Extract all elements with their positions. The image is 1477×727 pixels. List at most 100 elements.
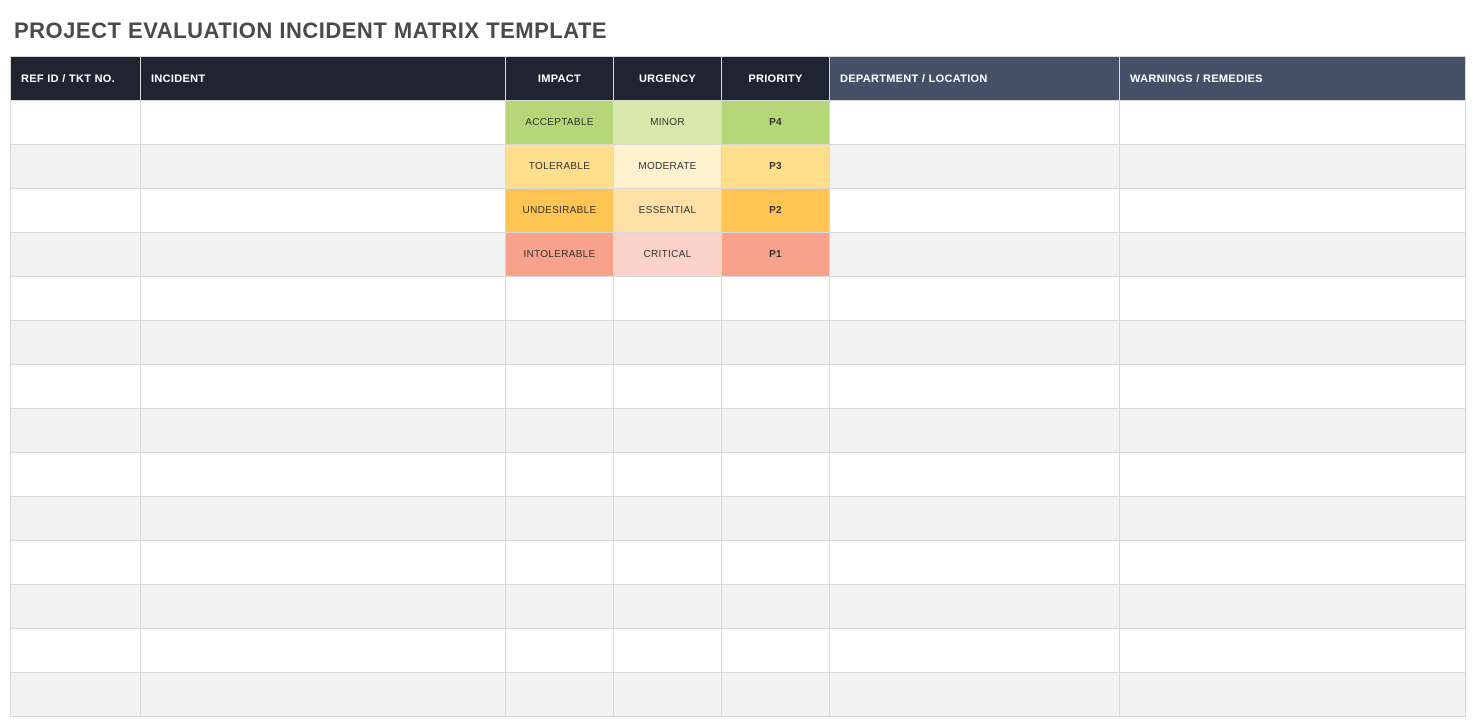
cell-urgency[interactable]: [614, 497, 722, 541]
cell-incident[interactable]: [141, 409, 506, 453]
cell-incident[interactable]: [141, 497, 506, 541]
cell-incident[interactable]: [141, 233, 506, 277]
cell-impact[interactable]: ACCEPTABLE: [506, 101, 614, 145]
cell-priority[interactable]: P4: [722, 101, 830, 145]
cell-dept[interactable]: [830, 409, 1120, 453]
cell-dept[interactable]: [830, 189, 1120, 233]
cell-priority[interactable]: [722, 409, 830, 453]
cell-urgency[interactable]: [614, 585, 722, 629]
cell-impact[interactable]: [506, 277, 614, 321]
cell-warn[interactable]: [1120, 233, 1466, 277]
cell-warn[interactable]: [1120, 629, 1466, 673]
cell-urgency[interactable]: [614, 321, 722, 365]
cell-ref[interactable]: [11, 233, 141, 277]
cell-warn[interactable]: [1120, 453, 1466, 497]
cell-urgency[interactable]: [614, 673, 722, 717]
cell-urgency[interactable]: [614, 453, 722, 497]
cell-urgency[interactable]: [614, 365, 722, 409]
cell-warn[interactable]: [1120, 277, 1466, 321]
cell-warn[interactable]: [1120, 101, 1466, 145]
cell-incident[interactable]: [141, 101, 506, 145]
cell-ref[interactable]: [11, 497, 141, 541]
cell-dept[interactable]: [830, 101, 1120, 145]
cell-incident[interactable]: [141, 189, 506, 233]
cell-incident[interactable]: [141, 365, 506, 409]
cell-incident[interactable]: [141, 673, 506, 717]
cell-ref[interactable]: [11, 145, 141, 189]
cell-impact[interactable]: [506, 321, 614, 365]
cell-ref[interactable]: [11, 453, 141, 497]
cell-dept[interactable]: [830, 365, 1120, 409]
cell-warn[interactable]: [1120, 189, 1466, 233]
cell-priority[interactable]: [722, 365, 830, 409]
cell-impact[interactable]: [506, 673, 614, 717]
cell-priority[interactable]: [722, 453, 830, 497]
cell-warn[interactable]: [1120, 145, 1466, 189]
cell-dept[interactable]: [830, 453, 1120, 497]
cell-dept[interactable]: [830, 585, 1120, 629]
cell-urgency[interactable]: MODERATE: [614, 145, 722, 189]
cell-impact[interactable]: [506, 497, 614, 541]
cell-dept[interactable]: [830, 277, 1120, 321]
cell-priority[interactable]: [722, 585, 830, 629]
cell-ref[interactable]: [11, 585, 141, 629]
cell-incident[interactable]: [141, 541, 506, 585]
cell-warn[interactable]: [1120, 321, 1466, 365]
cell-ref[interactable]: [11, 673, 141, 717]
cell-warn[interactable]: [1120, 673, 1466, 717]
table-row: [11, 673, 1466, 717]
cell-urgency[interactable]: [614, 409, 722, 453]
cell-dept[interactable]: [830, 673, 1120, 717]
cell-urgency[interactable]: [614, 629, 722, 673]
cell-priority[interactable]: P2: [722, 189, 830, 233]
cell-ref[interactable]: [11, 277, 141, 321]
cell-urgency[interactable]: [614, 541, 722, 585]
cell-ref[interactable]: [11, 365, 141, 409]
cell-priority[interactable]: [722, 629, 830, 673]
cell-urgency[interactable]: [614, 277, 722, 321]
cell-urgency[interactable]: ESSENTIAL: [614, 189, 722, 233]
cell-warn[interactable]: [1120, 585, 1466, 629]
cell-ref[interactable]: [11, 189, 141, 233]
cell-impact[interactable]: [506, 365, 614, 409]
cell-urgency[interactable]: CRITICAL: [614, 233, 722, 277]
cell-ref[interactable]: [11, 409, 141, 453]
cell-priority[interactable]: [722, 497, 830, 541]
cell-impact[interactable]: INTOLERABLE: [506, 233, 614, 277]
cell-impact[interactable]: TOLERABLE: [506, 145, 614, 189]
cell-incident[interactable]: [141, 321, 506, 365]
cell-impact[interactable]: [506, 541, 614, 585]
cell-warn[interactable]: [1120, 365, 1466, 409]
cell-impact[interactable]: UNDESIRABLE: [506, 189, 614, 233]
cell-dept[interactable]: [830, 497, 1120, 541]
cell-warn[interactable]: [1120, 541, 1466, 585]
cell-incident[interactable]: [141, 585, 506, 629]
cell-incident[interactable]: [141, 629, 506, 673]
cell-warn[interactable]: [1120, 497, 1466, 541]
cell-impact[interactable]: [506, 585, 614, 629]
cell-impact[interactable]: [506, 629, 614, 673]
cell-dept[interactable]: [830, 541, 1120, 585]
cell-priority[interactable]: [722, 321, 830, 365]
cell-warn[interactable]: [1120, 409, 1466, 453]
cell-priority[interactable]: [722, 277, 830, 321]
cell-impact[interactable]: [506, 409, 614, 453]
cell-dept[interactable]: [830, 145, 1120, 189]
cell-priority[interactable]: P3: [722, 145, 830, 189]
cell-incident[interactable]: [141, 453, 506, 497]
cell-dept[interactable]: [830, 629, 1120, 673]
cell-ref[interactable]: [11, 541, 141, 585]
cell-ref[interactable]: [11, 101, 141, 145]
cell-urgency[interactable]: MINOR: [614, 101, 722, 145]
cell-ref[interactable]: [11, 629, 141, 673]
cell-dept[interactable]: [830, 321, 1120, 365]
header-ref: REF ID / TKT NO.: [11, 57, 141, 101]
cell-incident[interactable]: [141, 277, 506, 321]
cell-dept[interactable]: [830, 233, 1120, 277]
cell-impact[interactable]: [506, 453, 614, 497]
cell-incident[interactable]: [141, 145, 506, 189]
cell-priority[interactable]: [722, 541, 830, 585]
cell-priority[interactable]: P1: [722, 233, 830, 277]
cell-ref[interactable]: [11, 321, 141, 365]
cell-priority[interactable]: [722, 673, 830, 717]
